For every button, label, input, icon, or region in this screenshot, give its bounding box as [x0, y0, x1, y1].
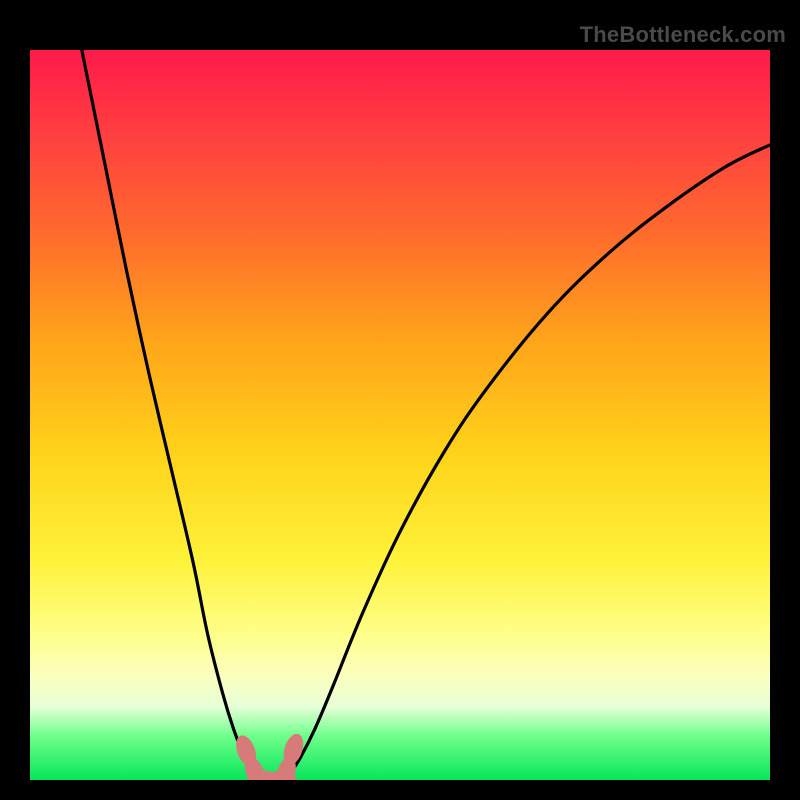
curve-svg: [30, 50, 770, 780]
plot-area: [30, 50, 770, 780]
curve-right-branch: [285, 145, 770, 780]
watermark-text: TheBottleneck.com: [580, 22, 786, 48]
markers-group: [232, 731, 307, 780]
chart-frame: TheBottleneck.com: [0, 10, 800, 800]
curve-left-branch: [82, 50, 258, 780]
